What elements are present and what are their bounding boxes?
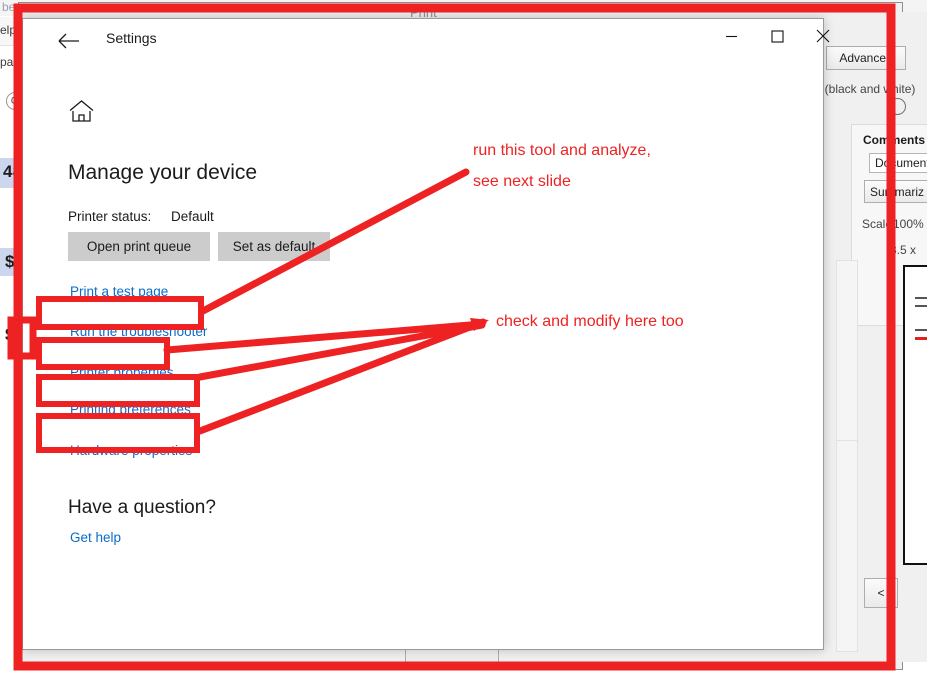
link-printing-preferences[interactable]: Printing preferences [70, 402, 191, 417]
menu-item-help[interactable]: elp [0, 23, 16, 37]
previous-page-button[interactable]: < [864, 578, 898, 608]
close-button[interactable] [800, 19, 846, 53]
link-run-the-troubleshooter[interactable]: Run the troubleshooter [70, 324, 207, 339]
scale-label: Scale [862, 217, 892, 231]
link-printer-properties[interactable]: Printer properties [70, 365, 174, 380]
document-number-2: $ [5, 252, 14, 272]
home-glyph-icon [68, 99, 95, 124]
minimize-button[interactable] [708, 19, 754, 53]
set-as-default-button[interactable]: Set as default [218, 232, 330, 261]
help-heading: Have a question? [68, 497, 216, 519]
window-title: Settings [106, 30, 157, 46]
page-size-text: 8.5 x [890, 243, 916, 257]
close-icon [816, 29, 830, 43]
comments-header: Comments [863, 133, 925, 147]
home-icon[interactable] [68, 99, 98, 129]
annotation-note-2: check and modify here too [496, 313, 684, 331]
document-number-3: $ [5, 325, 14, 345]
annotation-note-1-line-2: see next slide [473, 173, 571, 191]
link-print-a-test-page[interactable]: Print a test page [70, 284, 168, 299]
maximize-icon [771, 30, 784, 43]
info-icon[interactable] [889, 98, 906, 115]
back-arrow-icon [58, 33, 80, 49]
menu-item-pane[interactable]: pa [0, 55, 13, 69]
maximize-button[interactable] [754, 19, 800, 53]
print-preview-page [903, 265, 927, 565]
annotation-note-1-line-1: run this tool and analyze, [473, 142, 651, 160]
settings-window: Settings Manage your device Printer stat… [22, 18, 824, 650]
back-button[interactable] [47, 28, 91, 54]
printer-status-value: Default [171, 209, 214, 224]
minimize-icon [725, 30, 738, 43]
document-select[interactable]: Document [869, 153, 927, 173]
open-print-queue-button[interactable]: Open print queue [68, 232, 210, 261]
link-get-help[interactable]: Get help [70, 530, 121, 545]
summarize-button[interactable]: Summariz [864, 180, 927, 203]
printer-status-label: Printer status: [68, 209, 151, 224]
page-title: Manage your device [68, 161, 257, 185]
options-column-lower [836, 440, 858, 652]
scale-note-text: le (black and white) [812, 82, 915, 96]
scale-value: 100% [893, 217, 924, 231]
link-hardware-properties[interactable]: Hardware properties [70, 443, 192, 458]
